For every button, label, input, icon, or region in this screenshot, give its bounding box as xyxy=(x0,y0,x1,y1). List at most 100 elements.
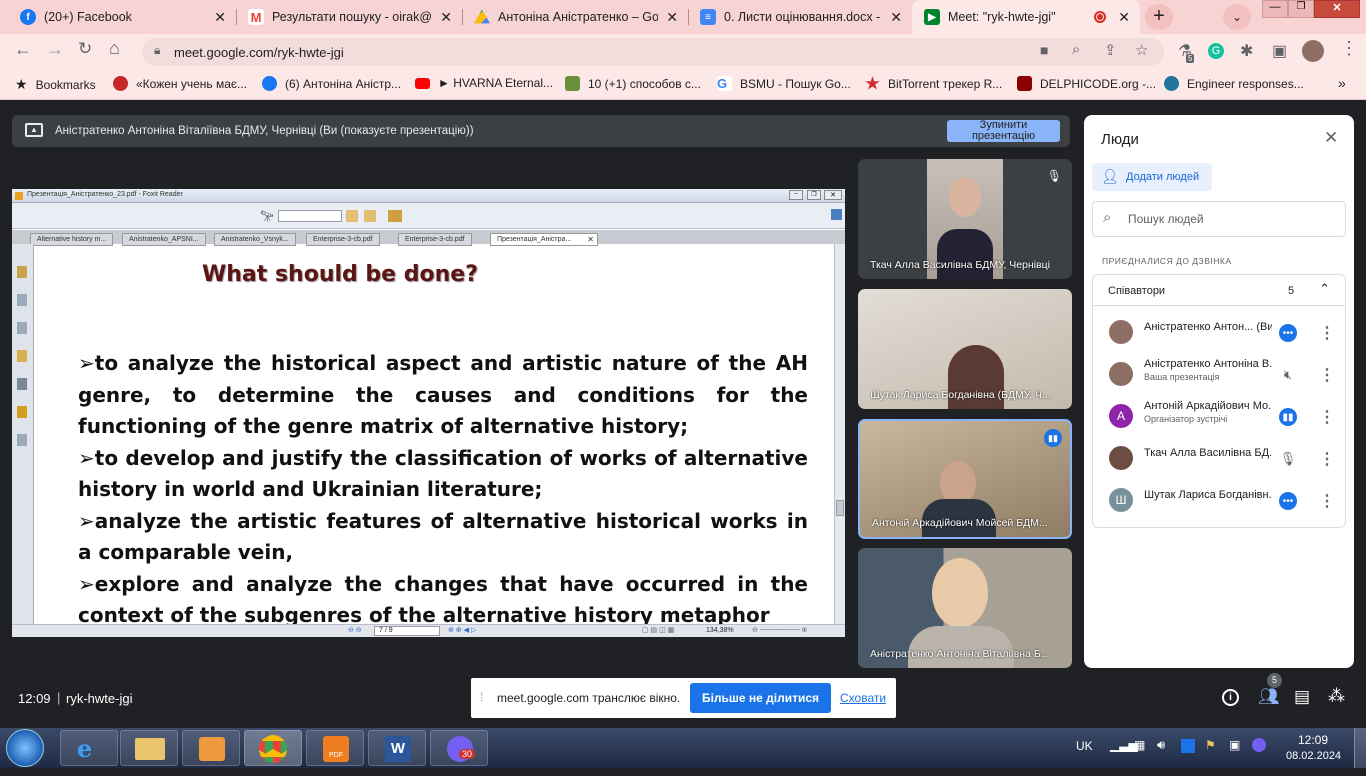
find-prev-icon[interactable] xyxy=(346,210,358,222)
tab-facebook[interactable]: f (20+) Facebook ✕ xyxy=(8,0,236,34)
bookmark-item[interactable]: (6) Антоніна Аністр... xyxy=(262,76,401,91)
bookmark-item[interactable]: BitTorrent трекер R... xyxy=(865,76,1002,91)
taskbar-foxit[interactable]: PDF xyxy=(306,730,364,766)
menu-kebab-icon[interactable]: ⋮ xyxy=(1319,491,1335,511)
more-bookmarks-icon[interactable]: » xyxy=(1338,75,1346,91)
tray-app-icon[interactable] xyxy=(1181,739,1195,753)
sidebar-icon[interactable]: ▣ xyxy=(1272,41,1287,61)
volume-icon[interactable]: 🔊︎ xyxy=(1157,737,1165,753)
binoculars-icon[interactable]: 🔭︎ xyxy=(260,210,274,223)
bookmark-star-icon[interactable]: ☆ xyxy=(1135,41,1148,59)
taskbar-word[interactable]: W xyxy=(368,730,426,766)
bookmark-item[interactable]: 10 (+1) способов с... xyxy=(565,76,701,91)
foxit-restore[interactable]: ❐ xyxy=(807,190,821,200)
add-people-button[interactable]: 👤︎ Додати людей xyxy=(1092,163,1212,191)
participant-tile-speaking[interactable]: ▮▮ Антоній Аркадійович Мойсей БДМ... xyxy=(858,419,1072,539)
back-icon[interactable]: ← xyxy=(14,39,32,60)
tray-viber-icon[interactable] xyxy=(1252,738,1266,752)
participant-row[interactable]: Аністратенко Антоніна В... Ваша презента… xyxy=(1093,354,1347,394)
close-icon[interactable]: ✕ xyxy=(890,9,902,26)
next-page-icon[interactable]: ⊕ ⊕ ◀ ▷ xyxy=(448,626,476,634)
menu-kebab-icon[interactable]: ⋮ xyxy=(1319,407,1335,427)
comments-icon[interactable] xyxy=(17,350,27,362)
tray-security-icon[interactable]: ⚑ xyxy=(1205,738,1216,752)
comment-tool-icon[interactable] xyxy=(388,210,402,222)
participant-row[interactable]: Ткач Алла Василівна БД... 🎙︎ ⋮ xyxy=(1093,438,1347,478)
close-icon[interactable]: ✕ xyxy=(440,9,452,26)
address-bar[interactable]: 🔒︎ meet.google.com/ryk-hwte-jgi ■ ⌕ ⇪ ☆ xyxy=(142,38,1164,66)
chevron-up-icon[interactable]: ⌃ xyxy=(1319,281,1330,297)
menu-kebab-icon[interactable]: ⋮ xyxy=(1319,365,1335,385)
scroll-thumb[interactable] xyxy=(836,500,844,516)
taskbar-media-player[interactable] xyxy=(182,730,240,766)
participant-row[interactable]: Аністратенко Антон... (Ви) ••• ⋮ xyxy=(1093,312,1347,352)
foxit-minimize[interactable]: – xyxy=(789,190,803,200)
zoom-level[interactable]: 134,38% xyxy=(706,627,734,634)
hide-link[interactable]: Сховати xyxy=(840,691,886,705)
bookmark-item[interactable]: ★ Bookmarks xyxy=(15,76,96,93)
close-window-button[interactable]: ✕ xyxy=(1314,0,1360,18)
find-next-icon[interactable] xyxy=(364,210,376,222)
bookmark-item[interactable]: «Кожен учень має... xyxy=(113,76,247,91)
camera-icon[interactable]: ■ xyxy=(1040,42,1048,58)
close-icon[interactable]: ✕ xyxy=(214,9,226,26)
taskbar-explorer[interactable] xyxy=(120,730,178,766)
clock-date[interactable]: 08.02.2024 xyxy=(1286,750,1341,762)
close-icon[interactable]: ✕ xyxy=(666,9,678,26)
bookmark-item[interactable]: DELPHICODE.org -... xyxy=(1017,76,1156,91)
start-button[interactable] xyxy=(6,729,44,767)
profile-avatar[interactable] xyxy=(1302,40,1324,62)
clock-time[interactable]: 12:09 xyxy=(1298,733,1328,747)
language-indicator[interactable]: UK xyxy=(1076,739,1093,753)
signature-icon[interactable] xyxy=(17,434,27,446)
security-icon[interactable] xyxy=(17,406,27,418)
foxit-search-input[interactable] xyxy=(278,210,342,222)
network-icon[interactable]: ▦ xyxy=(1134,738,1145,752)
share-icon[interactable]: ⇪ xyxy=(1104,41,1117,59)
foxit-expand-icon[interactable] xyxy=(831,209,842,220)
grammarly-icon[interactable]: G xyxy=(1208,43,1224,59)
tab-gmail[interactable]: M Результати пошуку - oirak@b ✕ xyxy=(236,0,462,34)
people-icon[interactable]: 👥︎ xyxy=(1258,687,1280,707)
participant-tile[interactable]: Аністратенко Антоніна Віталіївна Б... xyxy=(858,548,1072,668)
restore-button[interactable]: ❐ xyxy=(1288,0,1314,18)
layers-icon[interactable] xyxy=(17,322,27,334)
bookmark-item[interactable]: G BSMU - Пошук Go... xyxy=(717,76,851,91)
home-icon[interactable]: ⌂ xyxy=(109,38,120,59)
tray-icon[interactable]: ▣ xyxy=(1229,738,1240,752)
people-search-input[interactable]: ⌕ Пошук людей xyxy=(1092,201,1346,237)
first-page-icon[interactable]: ⊖ ⊖ xyxy=(348,626,362,634)
stop-presenting-button[interactable]: Зупинити презентацію xyxy=(947,120,1060,142)
foxit-doc-tab-active[interactable]: Презентація_Аністра... ✕ xyxy=(490,233,598,246)
zoom-slider[interactable]: ⊖ ──────── ⊕ xyxy=(752,626,807,634)
group-header[interactable]: Співавтори 5 ⌃ xyxy=(1092,274,1346,306)
minimize-button[interactable]: — xyxy=(1262,0,1288,18)
foxit-doc-tab[interactable]: Enterprise-3-cb.pdf xyxy=(398,233,472,246)
bookmark-item[interactable]: Engineer responses... xyxy=(1164,76,1304,91)
foxit-doc-tab[interactable]: Alternative history m... xyxy=(30,233,114,246)
menu-kebab-icon[interactable]: ⋮ xyxy=(1340,38,1358,59)
pages-icon[interactable] xyxy=(17,266,27,278)
pdf-scrollbar[interactable] xyxy=(834,244,845,624)
attachment-icon[interactable] xyxy=(17,378,27,390)
tab-drive[interactable]: Антоніна Аністратенко – Goo ✕ xyxy=(462,0,688,34)
taskbar-chrome[interactable] xyxy=(244,730,302,766)
tab-meet[interactable]: ▶ Meet: "ryk-hwte-jgi" ✕ xyxy=(912,0,1140,34)
drag-handle-icon[interactable]: ⁞ xyxy=(480,690,483,704)
bookmark-item[interactable]: ► HVARNA Eternal... xyxy=(415,76,553,90)
view-mode-icon[interactable]: ▢ ▤ ◫ ▦ xyxy=(642,626,674,634)
participant-tile[interactable]: Шутак Лариса Богданівна (БДМУ, Ч... xyxy=(858,289,1072,409)
zoom-icon[interactable]: ⌕ xyxy=(1072,41,1080,58)
close-icon[interactable]: ✕ xyxy=(587,235,594,244)
bookmarks-panel-icon[interactable] xyxy=(17,294,27,306)
taskbar-internet-explorer[interactable]: e xyxy=(60,730,118,766)
foxit-doc-tab[interactable]: Enterprise-3-cb.pdf xyxy=(306,233,380,246)
taskbar-viber[interactable]: 30 xyxy=(430,730,488,766)
close-icon[interactable]: ✕ xyxy=(1118,9,1130,26)
foxit-close[interactable]: ✕ xyxy=(824,190,842,200)
tab-search-chevron-icon[interactable]: ⌄ xyxy=(1223,4,1251,30)
puzzle-icon[interactable]: ✱ xyxy=(1240,41,1253,61)
reload-icon[interactable]: ↻ xyxy=(78,39,92,59)
tab-docs[interactable]: ≡ 0. Листи оцінювання.docx - G ✕ xyxy=(688,0,912,34)
foxit-doc-tab[interactable]: Anistratenko_Vsnyk... xyxy=(214,233,296,246)
